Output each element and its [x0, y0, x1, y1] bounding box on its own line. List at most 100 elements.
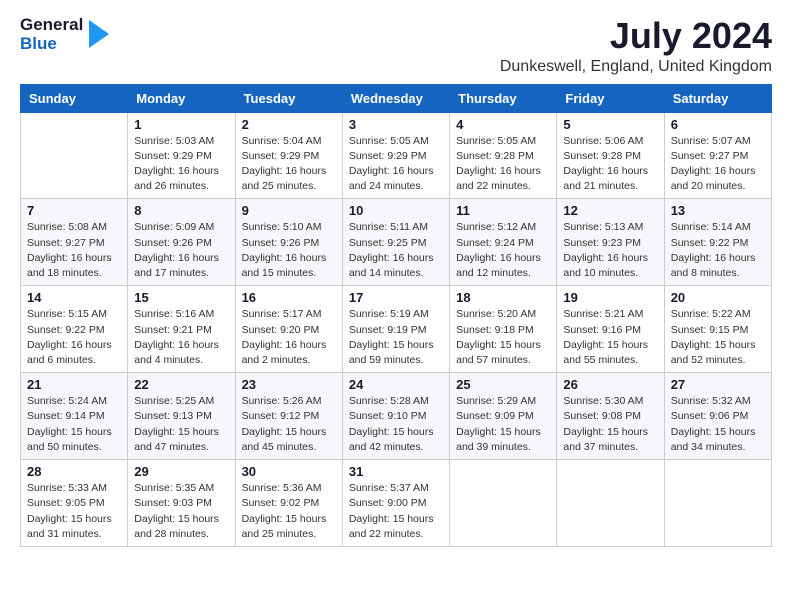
day-number: 27	[671, 377, 765, 392]
logo-blue: Blue	[20, 35, 83, 54]
calendar-cell: 22 Sunrise: 5:25 AMSunset: 9:13 PMDayligh…	[128, 373, 235, 460]
day-number: 6	[671, 117, 765, 132]
day-number: 10	[349, 203, 443, 218]
day-number: 30	[242, 464, 336, 479]
day-number: 21	[27, 377, 121, 392]
calendar-cell: 31Sunrise: 5:37 AMSunset: 9:00 PMDayligh…	[342, 460, 449, 547]
day-number: 7	[27, 203, 121, 218]
calendar-cell: 6 Sunrise: 5:07 AMSunset: 9:27 PMDaylight…	[664, 112, 771, 199]
day-info: Sunrise: 5:07 AMSunset: 9:27 PMDaylight:…	[671, 134, 765, 195]
day-number: 11	[456, 203, 550, 218]
calendar-cell: 9Sunrise: 5:10 AMSunset: 9:26 PMDaylight…	[235, 199, 342, 286]
calendar-cell: 10 Sunrise: 5:11 AMSunset: 9:25 PMDayligh…	[342, 199, 449, 286]
day-info: Sunrise: 5:24 AMSunset: 9:14 PMDaylight:…	[27, 394, 121, 455]
calendar-cell: 8 Sunrise: 5:09 AMSunset: 9:26 PMDaylight…	[128, 199, 235, 286]
day-number: 16	[242, 290, 336, 305]
calendar-cell: 26 Sunrise: 5:30 AMSunset: 9:08 PMDayligh…	[557, 373, 664, 460]
calendar-week-row: 21 Sunrise: 5:24 AMSunset: 9:14 PMDayligh…	[21, 373, 772, 460]
day-info: Sunrise: 5:22 AMSunset: 9:15 PMDaylight:…	[671, 307, 765, 368]
calendar-cell: 23 Sunrise: 5:26 AMSunset: 9:12 PMDayligh…	[235, 373, 342, 460]
day-number: 5	[563, 117, 657, 132]
calendar-table: SundayMondayTuesdayWednesdayThursdayFrid…	[20, 84, 772, 547]
day-info: Sunrise: 5:36 AMSunset: 9:02 PMDaylight:…	[242, 481, 336, 542]
day-info: Sunrise: 5:16 AMSunset: 9:21 PMDaylight:…	[134, 307, 228, 368]
day-info: Sunrise: 5:19 AMSunset: 9:19 PMDaylight:…	[349, 307, 443, 368]
location-subtitle: Dunkeswell, England, United Kingdom	[500, 58, 772, 76]
day-number: 13	[671, 203, 765, 218]
calendar-cell: 5Sunrise: 5:06 AMSunset: 9:28 PMDaylight…	[557, 112, 664, 199]
day-info: Sunrise: 5:32 AMSunset: 9:06 PMDaylight:…	[671, 394, 765, 455]
day-of-week-header: Monday	[128, 84, 235, 112]
day-number: 24	[349, 377, 443, 392]
calendar-cell	[664, 460, 771, 547]
day-info: Sunrise: 5:25 AMSunset: 9:13 PMDaylight:…	[134, 394, 228, 455]
day-number: 26	[563, 377, 657, 392]
logo-general: General	[20, 16, 83, 35]
day-number: 22	[134, 377, 228, 392]
calendar-cell: 7 Sunrise: 5:08 AMSunset: 9:27 PMDaylight…	[21, 199, 128, 286]
calendar-week-row: 28 Sunrise: 5:33 AMSunset: 9:05 PMDayligh…	[21, 460, 772, 547]
day-number: 4	[456, 117, 550, 132]
day-info: Sunrise: 5:37 AMSunset: 9:00 PMDaylight:…	[349, 481, 443, 542]
day-number: 12	[563, 203, 657, 218]
day-info: Sunrise: 5:35 AMSunset: 9:03 PMDaylight:…	[134, 481, 228, 542]
day-of-week-header: Sunday	[21, 84, 128, 112]
calendar-cell: 27 Sunrise: 5:32 AMSunset: 9:06 PMDayligh…	[664, 373, 771, 460]
day-number: 1	[134, 117, 228, 132]
calendar-cell	[450, 460, 557, 547]
calendar-cell: 14Sunrise: 5:15 AMSunset: 9:22 PMDayligh…	[21, 286, 128, 373]
calendar-cell: 16 Sunrise: 5:17 AMSunset: 9:20 PMDayligh…	[235, 286, 342, 373]
day-info: Sunrise: 5:29 AMSunset: 9:09 PMDaylight:…	[456, 394, 550, 455]
day-info: Sunrise: 5:03 AMSunset: 9:29 PMDaylight:…	[134, 134, 228, 195]
calendar-cell: 13 Sunrise: 5:14 AMSunset: 9:22 PMDayligh…	[664, 199, 771, 286]
calendar-cell	[21, 112, 128, 199]
page-header: General Blue July 2024 Dunkeswell, Engla…	[20, 16, 772, 76]
day-number: 29	[134, 464, 228, 479]
calendar-cell: 4 Sunrise: 5:05 AMSunset: 9:28 PMDaylight…	[450, 112, 557, 199]
day-info: Sunrise: 5:26 AMSunset: 9:12 PMDaylight:…	[242, 394, 336, 455]
day-number: 23	[242, 377, 336, 392]
day-info: Sunrise: 5:20 AMSunset: 9:18 PMDaylight:…	[456, 307, 550, 368]
day-info: Sunrise: 5:30 AMSunset: 9:08 PMDaylight:…	[563, 394, 657, 455]
day-number: 3	[349, 117, 443, 132]
day-of-week-header: Tuesday	[235, 84, 342, 112]
day-info: Sunrise: 5:33 AMSunset: 9:05 PMDaylight:…	[27, 481, 121, 542]
day-info: Sunrise: 5:21 AMSunset: 9:16 PMDaylight:…	[563, 307, 657, 368]
day-info: Sunrise: 5:11 AMSunset: 9:25 PMDaylight:…	[349, 220, 443, 281]
calendar-cell: 24Sunrise: 5:28 AMSunset: 9:10 PMDayligh…	[342, 373, 449, 460]
day-info: Sunrise: 5:12 AMSunset: 9:24 PMDaylight:…	[456, 220, 550, 281]
calendar-week-row: 1 Sunrise: 5:03 AMSunset: 9:29 PMDaylight…	[21, 112, 772, 199]
day-number: 28	[27, 464, 121, 479]
day-info: Sunrise: 5:09 AMSunset: 9:26 PMDaylight:…	[134, 220, 228, 281]
day-number: 8	[134, 203, 228, 218]
calendar-cell: 15 Sunrise: 5:16 AMSunset: 9:21 PMDayligh…	[128, 286, 235, 373]
day-info: Sunrise: 5:17 AMSunset: 9:20 PMDaylight:…	[242, 307, 336, 368]
day-number: 15	[134, 290, 228, 305]
calendar-cell: 20 Sunrise: 5:22 AMSunset: 9:15 PMDayligh…	[664, 286, 771, 373]
calendar-cell: 21 Sunrise: 5:24 AMSunset: 9:14 PMDayligh…	[21, 373, 128, 460]
calendar-cell	[557, 460, 664, 547]
calendar-cell: 25Sunrise: 5:29 AMSunset: 9:09 PMDayligh…	[450, 373, 557, 460]
day-number: 18	[456, 290, 550, 305]
calendar-cell: 1 Sunrise: 5:03 AMSunset: 9:29 PMDaylight…	[128, 112, 235, 199]
day-of-week-header: Saturday	[664, 84, 771, 112]
day-info: Sunrise: 5:05 AMSunset: 9:29 PMDaylight:…	[349, 134, 443, 195]
day-info: Sunrise: 5:04 AMSunset: 9:29 PMDaylight:…	[242, 134, 336, 195]
day-info: Sunrise: 5:05 AMSunset: 9:28 PMDaylight:…	[456, 134, 550, 195]
day-info: Sunrise: 5:15 AMSunset: 9:22 PMDaylight:…	[27, 307, 121, 368]
calendar-cell: 30 Sunrise: 5:36 AMSunset: 9:02 PMDayligh…	[235, 460, 342, 547]
day-info: Sunrise: 5:14 AMSunset: 9:22 PMDaylight:…	[671, 220, 765, 281]
calendar-cell: 12 Sunrise: 5:13 AMSunset: 9:23 PMDayligh…	[557, 199, 664, 286]
calendar-cell: 3 Sunrise: 5:05 AMSunset: 9:29 PMDaylight…	[342, 112, 449, 199]
day-of-week-header: Friday	[557, 84, 664, 112]
calendar-cell: 28 Sunrise: 5:33 AMSunset: 9:05 PMDayligh…	[21, 460, 128, 547]
day-info: Sunrise: 5:08 AMSunset: 9:27 PMDaylight:…	[27, 220, 121, 281]
calendar-cell: 2Sunrise: 5:04 AMSunset: 9:29 PMDaylight…	[235, 112, 342, 199]
logo: General Blue	[20, 16, 109, 53]
logo-arrow-icon	[89, 20, 109, 48]
day-info: Sunrise: 5:13 AMSunset: 9:23 PMDaylight:…	[563, 220, 657, 281]
day-number: 20	[671, 290, 765, 305]
title-section: July 2024 Dunkeswell, England, United Ki…	[500, 16, 772, 76]
calendar-cell: 18 Sunrise: 5:20 AMSunset: 9:18 PMDayligh…	[450, 286, 557, 373]
calendar-week-row: 7 Sunrise: 5:08 AMSunset: 9:27 PMDaylight…	[21, 199, 772, 286]
